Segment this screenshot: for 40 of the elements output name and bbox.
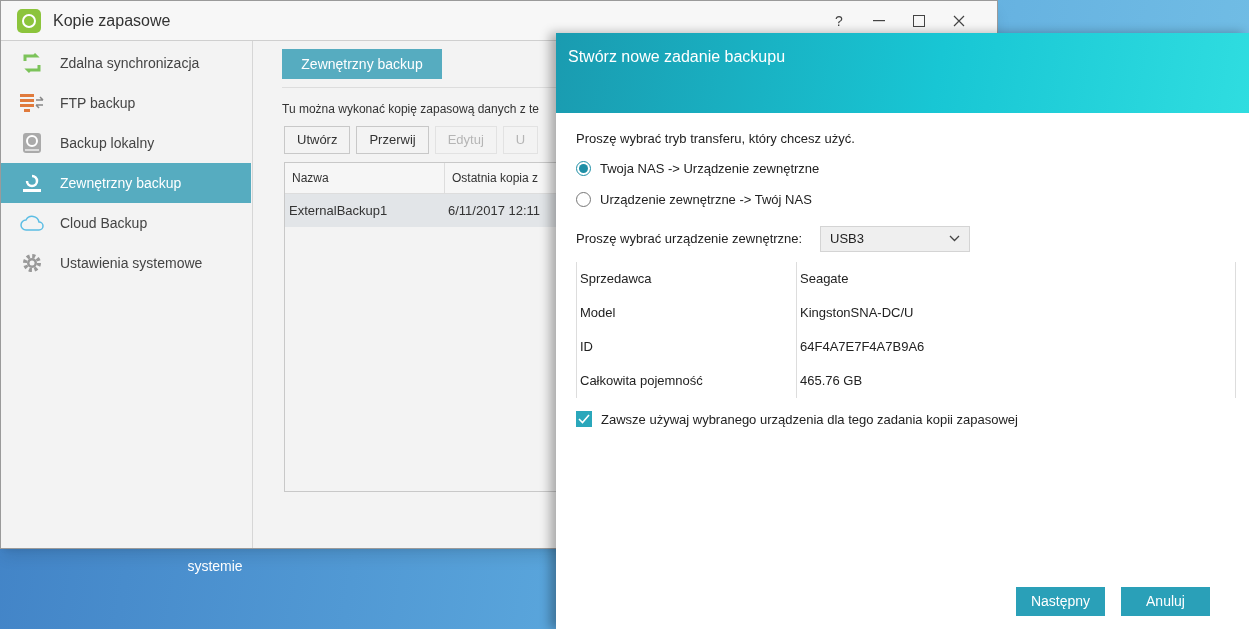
chevron-down-icon: [949, 235, 960, 242]
window-title: Kopie zapasowe: [53, 10, 171, 31]
list-arrows-icon: [20, 93, 44, 113]
settings-icon: [22, 253, 42, 273]
info-value: Seagate: [799, 269, 849, 288]
table-cell-text: 6/11/2017 12:11: [447, 201, 542, 220]
desktop-icon-label: systemie: [187, 557, 243, 576]
device-dropdown[interactable]: USB3: [820, 225, 970, 252]
sidebar-item[interactable]: FTP backup: [1, 83, 251, 123]
info-value: 64F4A7E7F4A7B9A6: [799, 337, 925, 356]
always-use-option[interactable]: Zawsze używaj wybranego urządzenia dla tego zadania kopii zapasowej: [576, 409, 1018, 429]
description-text: Tu można wykonać kopię zapasową danych z te: [282, 101, 540, 118]
cloud-icon: [20, 214, 44, 232]
sidebar-item[interactable]: Backup lokalny: [1, 123, 251, 163]
sync-icon: [21, 52, 43, 74]
help-button[interactable]: ?: [819, 4, 859, 37]
sidebar-item[interactable]: Ustawienia systemowe: [1, 243, 251, 283]
minimize-icon: [873, 19, 885, 22]
checkbox[interactable]: [576, 411, 592, 428]
table-cell-text: ExternalBackup1: [288, 201, 389, 220]
toolbar-button[interactable]: Przerwij: [356, 126, 429, 154]
info-label: ID: [577, 329, 797, 364]
column-header: Nazwa: [285, 163, 445, 193]
backup-app-icon: [17, 8, 41, 33]
device-label: Proszę wybrać urządzenie zewnętrzne:: [576, 229, 804, 248]
transfer-mode-option[interactable]: Twoja NAS -> Urządzenie zewnętrzne: [576, 158, 820, 178]
column-header: Ostatnia kopia z: [451, 170, 540, 187]
info-label: Sprzedawca: [577, 261, 797, 296]
sidebar-item[interactable]: Zdalna synchronizacja: [1, 43, 251, 83]
prompt-text: Proszę wybrać tryb transferu, który chcesz użyć.: [576, 130, 856, 148]
toolbar-button[interactable]: Utwórz: [284, 126, 351, 154]
dialog-title: Stwórz nowe zadanie backupu: [568, 48, 786, 65]
info-label: Całkowita pojemność: [577, 363, 797, 398]
sidebar-item[interactable]: Cloud Backup: [1, 203, 251, 243]
info-value: KingstonSNA-DC/U: [799, 303, 914, 322]
drive-refresh-icon: [22, 172, 42, 194]
maximize-icon: [913, 14, 925, 27]
info-value: 465.76 GB: [799, 371, 863, 390]
close-icon: [953, 14, 965, 27]
info-label: Model: [577, 295, 797, 330]
